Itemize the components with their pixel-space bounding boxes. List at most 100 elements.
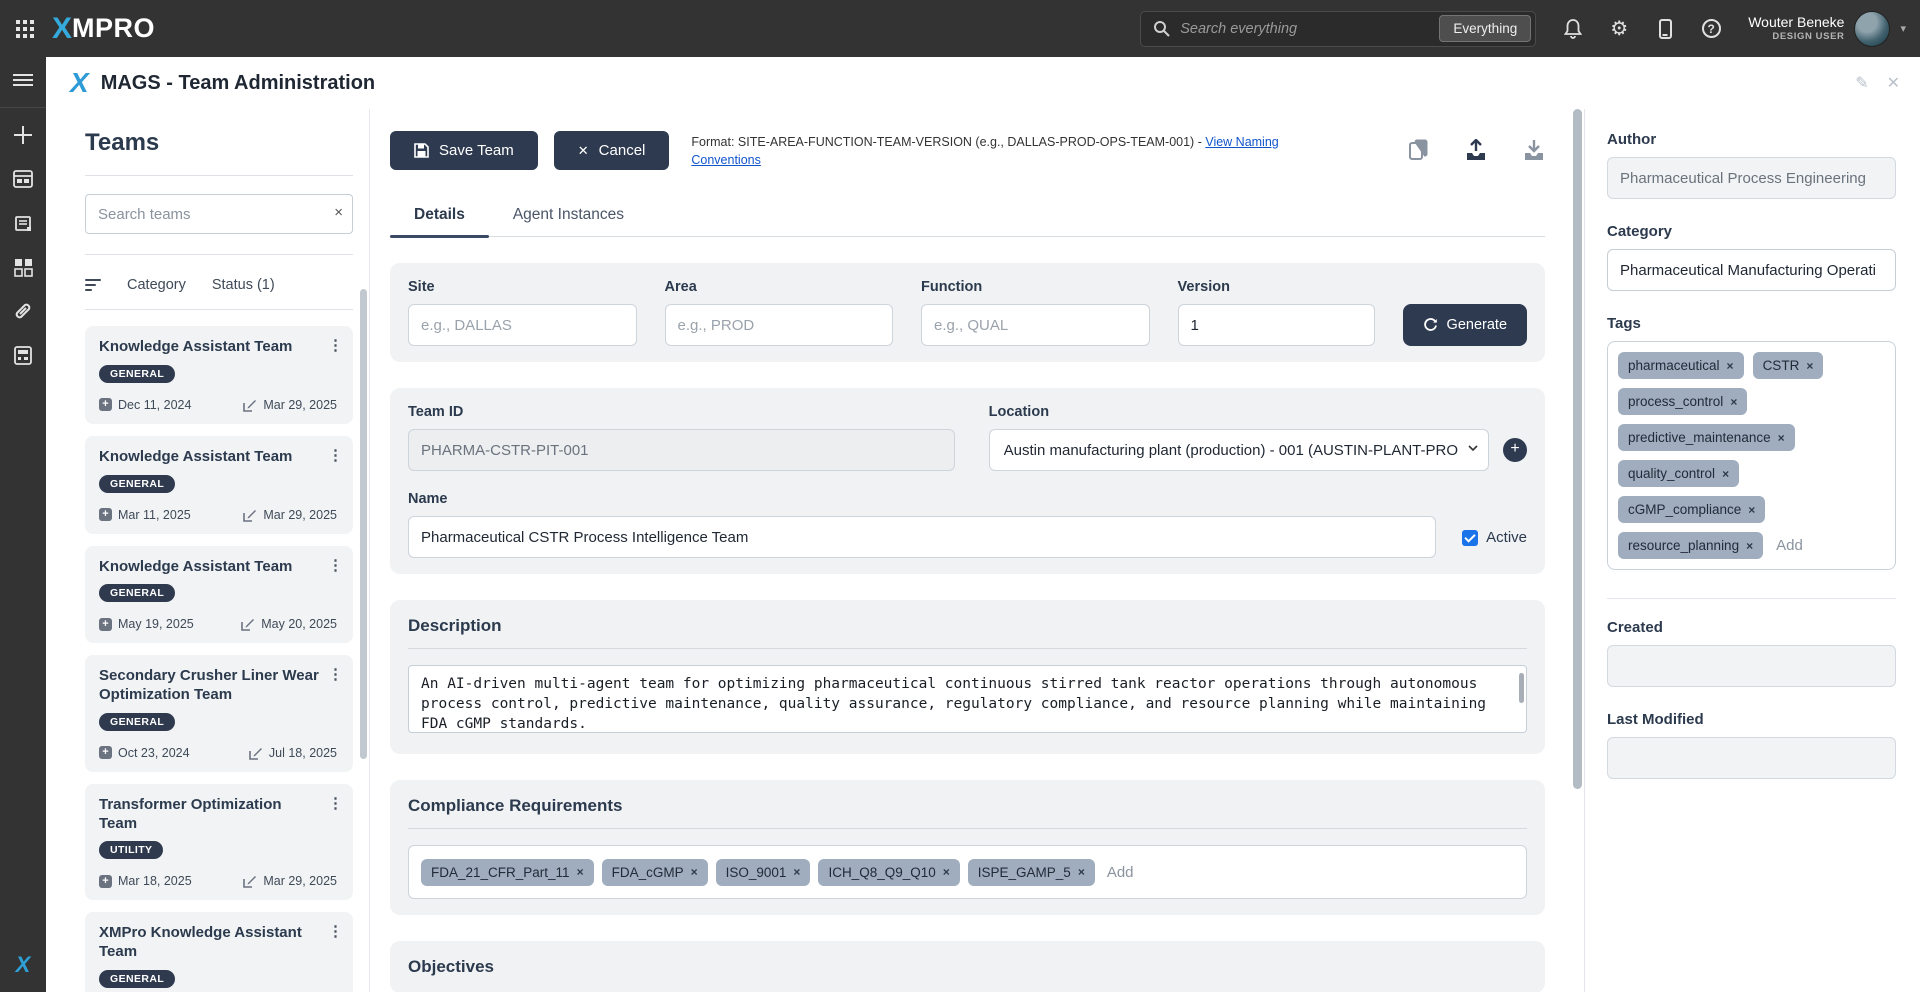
- teams-search-input[interactable]: [85, 194, 353, 234]
- user-menu[interactable]: Wouter Beneke DESIGN USER ▾: [1748, 11, 1906, 47]
- save-team-button[interactable]: Save Team: [390, 131, 538, 170]
- compliance-tag-input[interactable]: FDA_21_CFR_Part_11×FDA_cGMP×ISO_9001×ICH…: [408, 845, 1527, 899]
- xmpro-logo[interactable]: XMPRO: [52, 12, 155, 46]
- tags-add-placeholder[interactable]: Add: [1776, 537, 1803, 554]
- app-designer-icon[interactable]: [12, 168, 34, 190]
- upload-icon[interactable]: [1465, 139, 1487, 161]
- data-stream-icon[interactable]: [12, 212, 34, 234]
- edit-pencil-icon: [243, 398, 257, 412]
- created-date: + Mar 18, 2025: [99, 874, 192, 888]
- created-date-text: May 19, 2025: [118, 617, 194, 631]
- divider: [85, 254, 353, 255]
- modified-date: Mar 29, 2025: [243, 508, 337, 522]
- global-search-input[interactable]: [1180, 21, 1439, 37]
- created-date-text: Oct 23, 2024: [118, 746, 190, 760]
- download-icon[interactable]: [1523, 139, 1545, 161]
- phone-shape: [1659, 19, 1672, 39]
- add-location-button[interactable]: +: [1503, 438, 1527, 462]
- tag-remove-icon[interactable]: ×: [1806, 359, 1813, 373]
- notifications-bell-icon[interactable]: [1562, 18, 1584, 40]
- mobile-device-icon[interactable]: [1654, 18, 1676, 40]
- team-dates: + Mar 18, 2025 Mar 29, 2025: [99, 874, 341, 888]
- team-list-item[interactable]: Knowledge Assistant Team ⋮ GENERAL + May…: [85, 546, 353, 644]
- generate-label: Generate: [1447, 317, 1507, 333]
- tag-remove-icon[interactable]: ×: [1722, 467, 1729, 481]
- dashboard-grid-icon[interactable]: [12, 256, 34, 278]
- tag-remove-icon[interactable]: ×: [1730, 395, 1737, 409]
- generate-button[interactable]: Generate: [1403, 304, 1527, 346]
- tag-remove-icon[interactable]: ×: [1778, 431, 1785, 445]
- version-label: Version: [1178, 279, 1375, 295]
- tag-remove-icon[interactable]: ×: [943, 865, 950, 879]
- team-list-item[interactable]: Knowledge Assistant Team ⋮ GENERAL + Mar…: [85, 436, 353, 534]
- tags-input[interactable]: pharmaceutical×CSTR×process_control×pred…: [1607, 341, 1896, 570]
- edit-pencil-icon[interactable]: ✎: [1855, 73, 1868, 93]
- description-scrollbar[interactable]: [1519, 673, 1524, 703]
- clear-search-icon[interactable]: ×: [334, 204, 343, 221]
- kebab-menu-icon[interactable]: ⋮: [328, 446, 343, 464]
- modified-date: May 20, 2025: [241, 617, 337, 631]
- filter-category[interactable]: Category: [127, 277, 186, 293]
- menu-icon[interactable]: [12, 69, 34, 91]
- filter-icon[interactable]: [85, 279, 101, 291]
- version-input[interactable]: [1178, 304, 1375, 346]
- tag-pill-label: CSTR: [1763, 358, 1800, 373]
- teams-panel-scrollbar[interactable]: [360, 289, 367, 759]
- created-date-text: Dec 11, 2024: [118, 398, 191, 412]
- tag-remove-icon[interactable]: ×: [1746, 539, 1753, 553]
- tab-details[interactable]: Details: [390, 196, 489, 236]
- tag-remove-icon[interactable]: ×: [1727, 359, 1734, 373]
- category-input[interactable]: [1607, 249, 1896, 291]
- global-search[interactable]: Everything: [1140, 11, 1536, 47]
- user-text: Wouter Beneke DESIGN USER: [1748, 14, 1844, 43]
- search-scope-button[interactable]: Everything: [1439, 15, 1531, 42]
- function-input[interactable]: [921, 304, 1150, 346]
- description-textarea[interactable]: An AI-driven multi-agent team for optimi…: [408, 665, 1527, 733]
- site-input[interactable]: [408, 304, 637, 346]
- tag-remove-icon[interactable]: ×: [1748, 503, 1755, 517]
- team-list-item[interactable]: Transformer Optimization Team ⋮ UTILITY …: [85, 784, 353, 901]
- compliance-add-placeholder[interactable]: Add: [1107, 864, 1134, 881]
- active-checkbox[interactable]: [1462, 530, 1478, 546]
- tag-remove-icon[interactable]: ×: [577, 865, 584, 879]
- modified-date: Mar 29, 2025: [243, 398, 337, 412]
- user-name: Wouter Beneke: [1748, 14, 1844, 32]
- add-new-icon[interactable]: [12, 124, 34, 146]
- modified-date-text: Mar 29, 2025: [263, 398, 337, 412]
- team-card-title: Knowledge Assistant Team: [99, 448, 341, 467]
- location-select[interactable]: Austin manufacturing plant (production) …: [989, 429, 1489, 471]
- tag-pill-label: pharmaceutical: [1628, 358, 1720, 373]
- cancel-button[interactable]: ✕ Cancel: [554, 131, 670, 170]
- kebab-menu-icon[interactable]: ⋮: [328, 556, 343, 574]
- kebab-menu-icon[interactable]: ⋮: [328, 336, 343, 354]
- team-list-item[interactable]: Secondary Crusher Liner Wear Optimizatio…: [85, 655, 353, 772]
- xmpro-x-logo-bottom[interactable]: X: [16, 952, 31, 978]
- tag-pill: cGMP_compliance×: [1618, 496, 1765, 523]
- kebab-menu-icon[interactable]: ⋮: [328, 665, 343, 683]
- copy-icon[interactable]: [1409, 139, 1429, 161]
- tag-remove-icon[interactable]: ×: [1078, 865, 1085, 879]
- close-icon[interactable]: ✕: [1887, 73, 1900, 93]
- filter-status[interactable]: Status (1): [212, 277, 275, 293]
- avatar[interactable]: [1854, 11, 1890, 47]
- tag-remove-icon[interactable]: ×: [691, 865, 698, 879]
- team-list-item[interactable]: Knowledge Assistant Team ⋮ GENERAL + Dec…: [85, 326, 353, 424]
- kebab-menu-icon[interactable]: ⋮: [328, 794, 343, 812]
- area-input[interactable]: [665, 304, 894, 346]
- tab-agent-instances[interactable]: Agent Instances: [489, 196, 648, 236]
- link-connections-icon[interactable]: [12, 300, 34, 322]
- team-name-input[interactable]: [408, 516, 1436, 558]
- settings-gear-icon[interactable]: ⚙: [1608, 18, 1630, 40]
- tag-remove-icon[interactable]: ×: [793, 865, 800, 879]
- edit-pencil-icon: [243, 508, 257, 522]
- cancel-label: Cancel: [599, 142, 646, 159]
- team-list-item[interactable]: XMPro Knowledge Assistant Team ⋮ GENERAL…: [85, 912, 353, 992]
- help-icon[interactable]: ?: [1700, 18, 1722, 40]
- kebab-menu-icon[interactable]: ⋮: [328, 922, 343, 940]
- app-launcher-icon[interactable]: [10, 14, 40, 44]
- teams-sidebar: Teams × Category Status (1) Knowledge As…: [46, 109, 370, 992]
- main-scrollbar[interactable]: [1571, 109, 1584, 992]
- calculator-icon[interactable]: [12, 344, 34, 366]
- main-scrollbar-thumb[interactable]: [1573, 109, 1582, 789]
- search-icon: [1153, 20, 1170, 37]
